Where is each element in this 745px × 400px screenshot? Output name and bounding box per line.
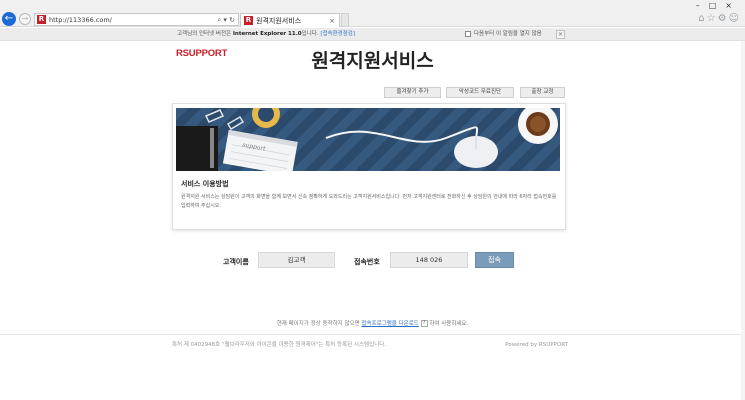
window-controls[interactable]: –□× xyxy=(696,1,741,11)
notice-text-prefix: 고객님의 인터넷 버전은 xyxy=(177,31,233,37)
tab-close-icon[interactable]: × xyxy=(329,16,335,26)
tab-favicon-icon: R xyxy=(244,16,253,25)
page-scrollbar[interactable] xyxy=(741,41,745,400)
notice-close-icon[interactable]: × xyxy=(556,30,565,39)
card-heading: 서비스 이용방법 xyxy=(181,180,229,188)
page: –□× ← → R http://113366.com/ ⌕ ▾ ↻ R 원격지… xyxy=(0,0,745,400)
card-description: 원격지원 서비스는 상담원이 고객의 화면을 함께 보면서 신속 정확하게 도와… xyxy=(181,194,557,209)
help-text-prefix: 현재 페이지가 정상 동작하지 않으면 xyxy=(276,321,362,327)
dont-show-again-label[interactable]: 다음부터 이 알림을 열지 않음 xyxy=(474,30,542,39)
site-favicon-icon: R xyxy=(37,15,46,24)
banner-illustration: support xyxy=(176,108,560,171)
customer-name-label: 고객이름 xyxy=(223,258,249,266)
notice-text: 고객님의 인터넷 버전은 Internet Explorer 11.0입니다. … xyxy=(177,30,355,39)
download-help-text: 현재 페이지가 정상 동작하지 않으면 접속프로그램을 다운로드 ? 하여 사용… xyxy=(0,320,745,329)
back-button[interactable]: ← xyxy=(2,12,16,26)
tab-title: 원격지원서비스 xyxy=(256,17,302,25)
download-program-link[interactable]: 접속프로그램을 다운로드 xyxy=(361,321,418,327)
tab-remote-support[interactable]: R 원격지원서비스 × xyxy=(240,13,340,27)
footer-divider xyxy=(0,334,745,335)
rsupport-logo[interactable]: RSUPPORT xyxy=(176,48,227,59)
access-code-label: 접속번호 xyxy=(354,258,380,266)
address-bar[interactable]: R http://113366.com/ ⌕ ▾ ↻ xyxy=(34,13,239,26)
environment-check-link[interactable]: [접속환경점검] xyxy=(320,31,355,37)
powered-by: Powered by RSUPPORT xyxy=(505,342,568,348)
address-bar-icons[interactable]: ⌕ ▾ ↻ xyxy=(217,15,235,25)
malware-scan-button[interactable]: 악성코드 무료진단 xyxy=(446,87,514,98)
customer-name-input[interactable]: 김고객 xyxy=(258,252,335,268)
browser-toolbar-icons[interactable]: ⌂☆⚙☺ xyxy=(698,13,741,25)
patent-notice: 특허 제 0402948호 "웹브라우저와 아이콘을 이용한 원격제어"는 특허… xyxy=(172,342,387,348)
notice-text-suffix: 입니다. xyxy=(301,31,319,37)
onsite-service-button[interactable]: 출장 교정 xyxy=(520,87,565,98)
banner-image: support xyxy=(176,108,560,171)
browser-version-notice: 고객님의 인터넷 버전은 Internet Explorer 11.0입니다. … xyxy=(0,28,745,41)
help-text-suffix: 하여 사용하세요. xyxy=(427,321,469,327)
access-code-input[interactable]: 148 026 xyxy=(390,252,468,268)
dont-show-again-checkbox[interactable] xyxy=(465,31,471,37)
browser-chrome: –□× ← → R http://113366.com/ ⌕ ▾ ↻ R 원격지… xyxy=(0,0,745,27)
page-title: 원격지원서비스 xyxy=(311,50,434,72)
help-question-icon[interactable]: ? xyxy=(420,320,428,327)
url-text[interactable]: http://113366.com/ xyxy=(49,15,112,25)
browser-version: Internet Explorer 11.0 xyxy=(232,31,302,37)
add-favorite-button[interactable]: 즐겨찾기 추가 xyxy=(384,87,441,98)
new-tab-button[interactable] xyxy=(341,13,349,27)
forward-button[interactable]: → xyxy=(19,13,31,25)
connect-button[interactable]: 접속 xyxy=(475,252,514,268)
